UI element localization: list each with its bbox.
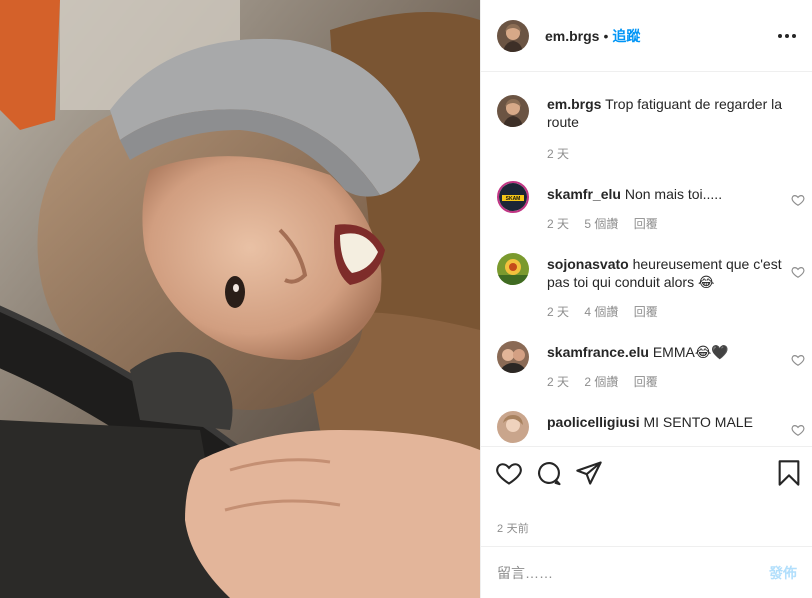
post-caption: em.brgs Trop fatiguant de regarder la ro… — [497, 95, 797, 165]
comment-text: Non mais toi..... — [624, 186, 723, 202]
comment-item: sojonasvato heureusement que c'est pas t… — [497, 253, 805, 323]
post-timestamp[interactable]: 2 天前 — [497, 520, 529, 536]
comment-like-heart-icon[interactable] — [791, 265, 805, 279]
reply-button[interactable]: 回覆 — [634, 375, 658, 389]
comment-body: skamfrance.elu EMMA😂🖤 — [547, 343, 787, 361]
caption-username[interactable]: em.brgs — [547, 96, 601, 112]
author-username[interactable]: em.brgs — [545, 28, 599, 44]
comment-body: skamfr_elu Non mais toi..... — [547, 185, 787, 203]
more-dot — [785, 34, 789, 38]
post-comment-button[interactable]: 發佈 — [769, 563, 797, 583]
post-header: em.brgs • 追蹤 — [481, 0, 812, 72]
comment-likes[interactable]: 4 個讚 — [584, 305, 618, 319]
comment-time[interactable]: 2 天 — [547, 217, 569, 231]
header-separator: • — [603, 27, 609, 44]
caption-time[interactable]: 2 天 — [547, 147, 569, 161]
reply-button[interactable]: 回覆 — [634, 217, 658, 231]
comment-text: EMMA😂🖤 — [652, 344, 729, 360]
comment-meta: 2 天 2 個讚 回覆 — [547, 373, 670, 390]
comment-item: skamfrance.elu EMMA😂🖤 2 天 2 個讚 回覆 — [497, 341, 805, 401]
commenter-avatar-image: SKAM — [499, 183, 527, 211]
comment-meta: 2 天 4 個讚 回覆 — [547, 303, 670, 320]
commenter-avatar-image — [497, 411, 529, 443]
caption-body: em.brgs Trop fatiguant de regarder la ro… — [547, 95, 787, 131]
heart-icon[interactable] — [495, 459, 523, 487]
comment-like-heart-icon[interactable] — [791, 353, 805, 367]
commenter-avatar-image — [497, 341, 529, 373]
svg-text:SKAM: SKAM — [506, 196, 521, 202]
post-actions — [481, 446, 812, 498]
comment-time[interactable]: 2 天 — [547, 375, 569, 389]
commenter-avatar[interactable]: SKAM — [497, 181, 529, 213]
author-avatar[interactable] — [497, 19, 529, 52]
add-comment-bar: 發佈 — [481, 546, 812, 598]
more-dot — [778, 34, 782, 38]
comment-body: paolicelligiusi MI SENTO MALE — [547, 413, 787, 431]
bookmark-icon[interactable] — [775, 459, 803, 487]
share-icon[interactable] — [575, 459, 603, 487]
comment-item: SKAM skamfr_elu Non mais toi..... 2 天 5 … — [497, 181, 805, 241]
more-dot — [792, 34, 796, 38]
reply-button[interactable]: 回覆 — [634, 305, 658, 319]
post-photo-image — [0, 0, 480, 598]
comment-text: MI SENTO MALE — [643, 414, 753, 430]
comment-username[interactable]: skamfr_elu — [547, 186, 621, 202]
comment-likes[interactable]: 5 個讚 — [584, 217, 618, 231]
follow-button[interactable]: 追蹤 — [612, 26, 640, 46]
comment-like-heart-icon[interactable] — [791, 423, 805, 437]
comment-input[interactable] — [497, 564, 769, 581]
post-side-panel: em.brgs • 追蹤 em.brgs Trop fatiguant de r… — [480, 0, 812, 598]
commenter-avatar-image — [497, 253, 529, 285]
comment-like-heart-icon[interactable] — [791, 193, 805, 207]
comment-icon[interactable] — [535, 459, 563, 487]
caption-meta: 2 天 — [547, 145, 581, 162]
more-options-icon[interactable] — [775, 24, 799, 48]
caption-avatar[interactable] — [497, 95, 529, 127]
comment-item: paolicelligiusi MI SENTO MALE — [497, 411, 805, 445]
comment-username[interactable]: skamfrance.elu — [547, 344, 649, 360]
caption-avatar-image — [497, 95, 529, 127]
instagram-post: em.brgs • 追蹤 em.brgs Trop fatiguant de r… — [0, 0, 812, 598]
comments-list[interactable]: em.brgs Trop fatiguant de regarder la ro… — [481, 73, 812, 445]
comment-meta: 2 天 5 個讚 回覆 — [547, 215, 670, 232]
commenter-avatar[interactable] — [497, 411, 529, 443]
author-avatar-image — [497, 19, 529, 52]
commenter-avatar[interactable] — [497, 253, 529, 285]
comment-username[interactable]: sojonasvato — [547, 256, 629, 272]
post-photo[interactable] — [0, 0, 480, 598]
comment-likes[interactable]: 2 個讚 — [584, 375, 618, 389]
comment-username[interactable]: paolicelligiusi — [547, 414, 640, 430]
comment-time[interactable]: 2 天 — [547, 305, 569, 319]
commenter-avatar[interactable] — [497, 341, 529, 373]
comment-body: sojonasvato heureusement que c'est pas t… — [547, 255, 787, 291]
